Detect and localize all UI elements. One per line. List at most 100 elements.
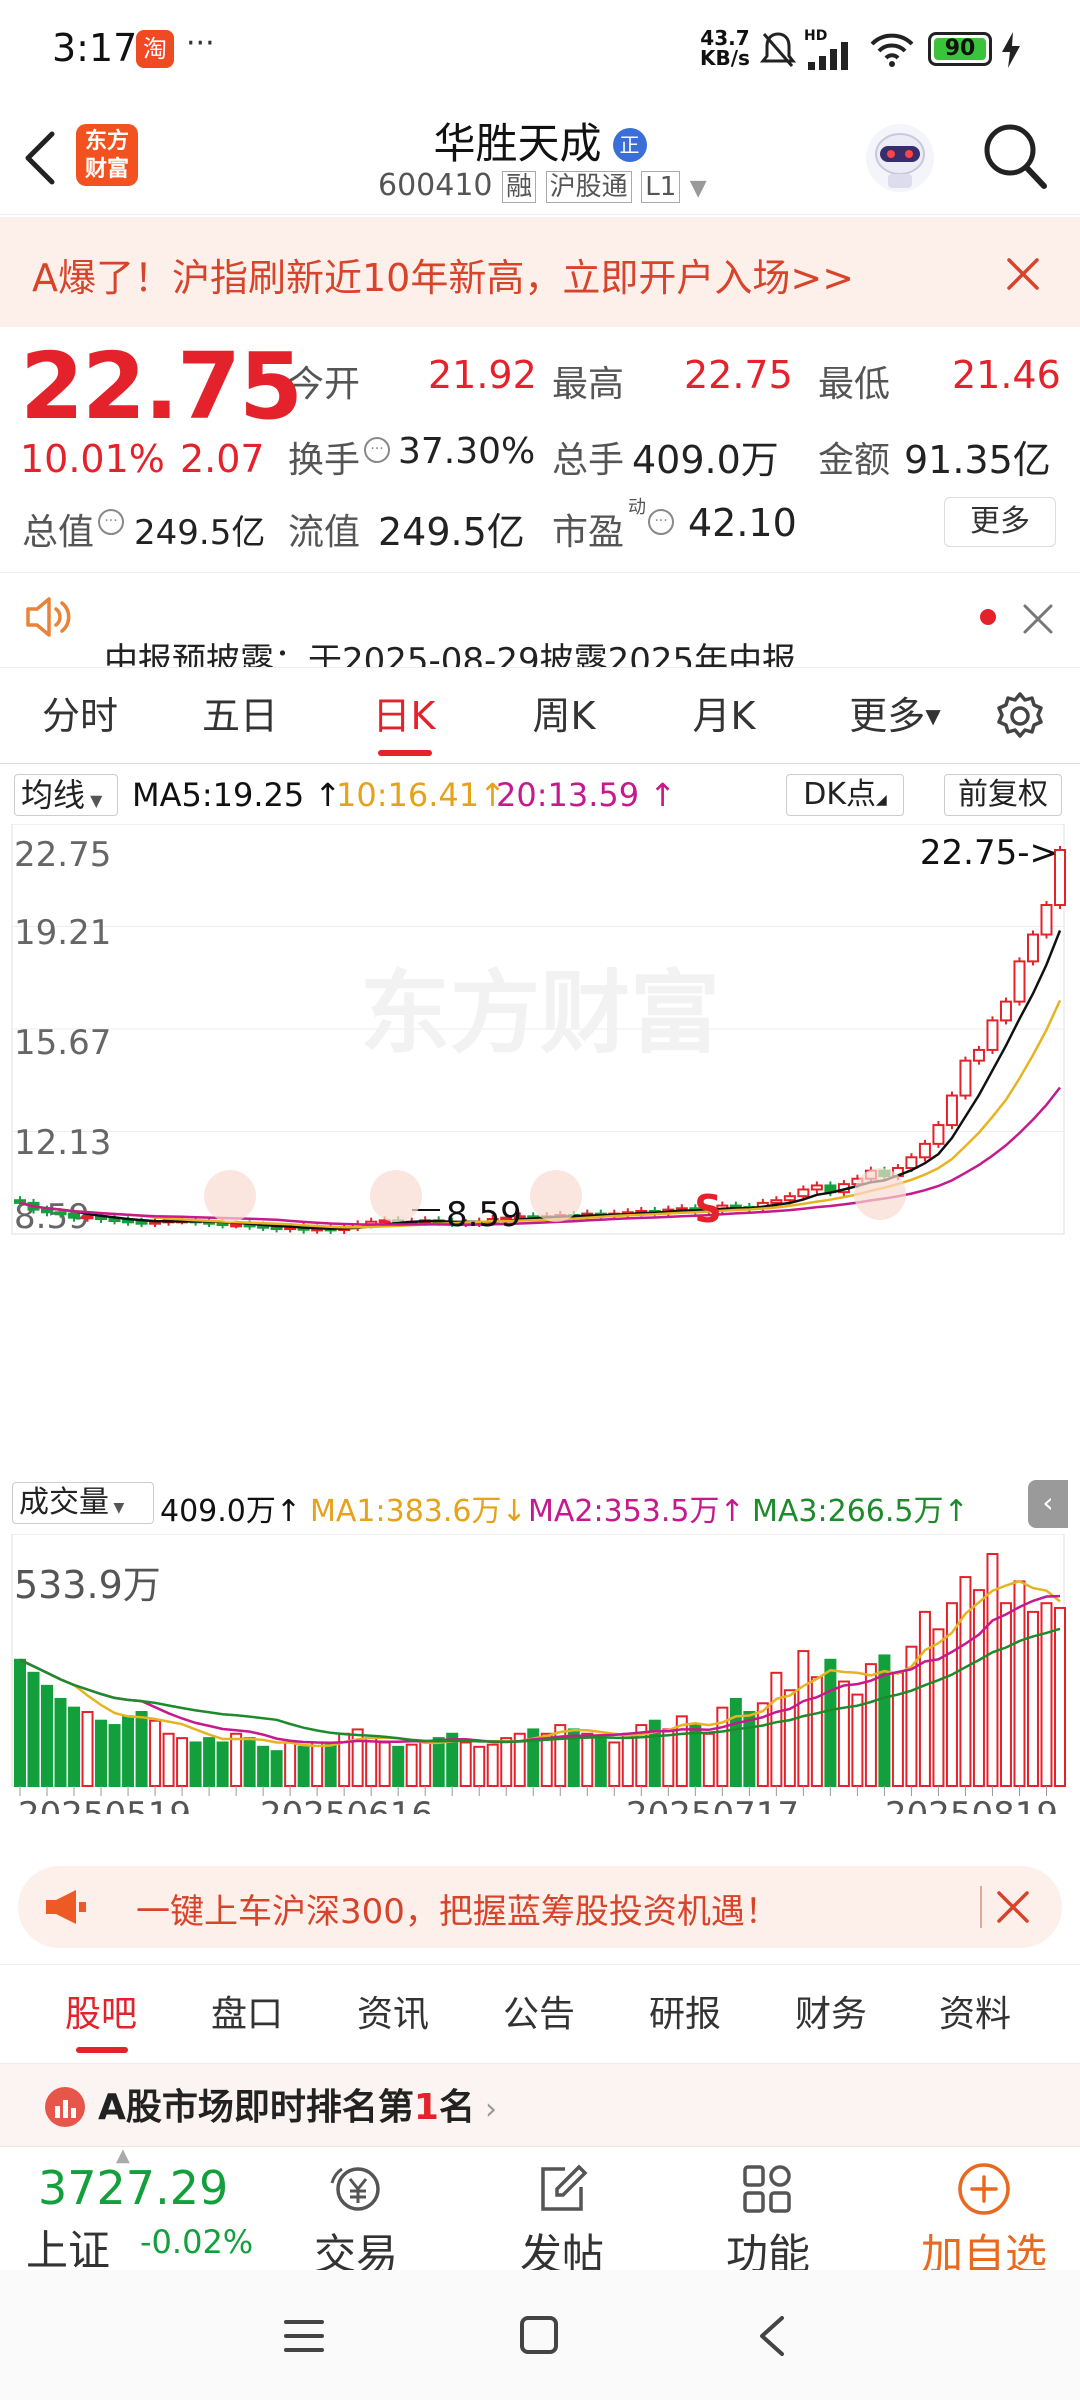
add-watchlist-button[interactable]: 加自选	[904, 2147, 1064, 2282]
back-arrow-icon[interactable]	[22, 130, 58, 186]
dk-button-label: DK点	[803, 777, 876, 812]
tab-order-book[interactable]: 盘口	[192, 1965, 302, 2065]
chart-period-tabs: 分时 五日 日K 周K 月K 更多▼	[0, 668, 1080, 764]
home-square-icon[interactable]	[518, 2314, 560, 2356]
charging-icon	[1002, 32, 1020, 68]
volume-value: 409.0万	[160, 1494, 276, 1529]
volume-bar	[54, 1697, 67, 1787]
battery-icon: 90	[928, 32, 992, 66]
tab-intraday[interactable]: 分时	[28, 668, 132, 764]
bottom-action-bar: ▲ 3727.29 上证 -0.02% 交易 发帖 功能 加自选	[0, 2145, 1080, 2279]
tab-weekly-k[interactable]: 周K	[512, 668, 616, 764]
volume-bar	[189, 1741, 202, 1787]
stock-name: 华胜天成	[433, 119, 602, 168]
volume-bar	[297, 1745, 310, 1787]
vol-ma1-value: MA1:383.6万	[310, 1494, 502, 1529]
post-button[interactable]: 发帖	[492, 2147, 632, 2282]
volume-bar	[621, 1732, 634, 1787]
ma20-value: 20:13.59	[496, 776, 640, 814]
close-icon[interactable]	[1022, 603, 1054, 635]
ma-selector-label: 均线	[21, 776, 86, 814]
volume-bar	[230, 1732, 243, 1787]
watermark: 东方财富	[360, 961, 720, 1066]
promo-banner[interactable]: A爆了！沪指刷新近10年新高，立即开户入场>>	[0, 217, 1080, 327]
info-icon[interactable]: ···	[364, 437, 390, 463]
tab-more[interactable]: 更多▼	[840, 668, 950, 764]
volume-bar	[162, 1732, 175, 1787]
stock-header: 东方 财富 华胜天成 正 600410 融 沪股通 L1 ▼	[0, 100, 1080, 215]
tab-more-label: 更多	[849, 694, 926, 738]
tab-announcements[interactable]: 公告	[484, 1965, 594, 2065]
candle	[945, 1094, 958, 1127]
turnover-value: 37.30%	[398, 431, 536, 472]
vol-ma2-value: MA2:353.5万	[528, 1494, 720, 1529]
sell-signal-marker: S	[694, 1187, 721, 1231]
eastmoney-logo[interactable]: 东方 财富	[76, 124, 138, 186]
vol-ma2-readout: MA2:353.5万↑	[528, 1494, 745, 1529]
gear-icon[interactable]	[994, 690, 1046, 742]
rank-banner[interactable]: A股市场即时排名第1名 ›	[0, 2064, 1080, 2146]
volume-bar	[824, 1658, 837, 1787]
close-icon[interactable]	[996, 1890, 1030, 1924]
dropdown-caret-icon[interactable]: ▼	[690, 176, 707, 201]
volume-bar	[14, 1658, 26, 1787]
tab-research[interactable]: 研报	[630, 1965, 740, 2065]
x-tick-label: 20250616	[260, 1795, 433, 1814]
promo-strip[interactable]: 一键上车沪深300，把握蓝筹股投资机遇！	[18, 1866, 1062, 1948]
tab-news[interactable]: 资讯	[338, 1965, 448, 2065]
volume-chart[interactable]: 20250519 20250616 20250717 20250819	[0, 1534, 1080, 1814]
volume-bar	[918, 1610, 931, 1787]
volume-max-label: 533.9万	[14, 1563, 161, 1607]
ma5-value: MA5:19.25	[132, 776, 305, 814]
last-price-label: 22.75->	[920, 833, 1058, 873]
volume-selector[interactable]: 成交量 ▼	[12, 1482, 154, 1524]
candle	[810, 1184, 823, 1191]
volume-bar	[392, 1745, 405, 1787]
kline-chart[interactable]: 东方财富22.7519.2115.6712.138.5922.75->8.59 S	[0, 824, 1080, 1244]
tab-financials[interactable]: 财务	[776, 1965, 886, 2065]
search-icon[interactable]	[982, 122, 1048, 192]
ma-selector[interactable]: 均线 ▼	[14, 774, 118, 816]
index-value: 3727.29	[38, 2161, 229, 2215]
tab-five-day[interactable]: 五日	[188, 668, 292, 764]
caret-down-icon: ▼	[109, 1500, 125, 1516]
volume-bar	[662, 1728, 675, 1787]
info-icon[interactable]: ···	[648, 509, 674, 535]
volume-bar	[432, 1737, 445, 1787]
ma10-value: 10:16.41	[336, 776, 480, 814]
mute-bell-icon	[760, 32, 796, 67]
robot-assistant-icon[interactable]	[862, 120, 938, 196]
volume-bar	[608, 1741, 621, 1787]
candle	[1013, 960, 1026, 1003]
adjust-button[interactable]: 前复权	[944, 774, 1062, 816]
content-tabs: 股吧 盘口 资讯 公告 研报 财务 资料	[0, 1964, 1080, 2064]
collapse-panel-icon[interactable]: ‹	[1028, 1480, 1068, 1528]
banner-text: A爆了！沪指刷新近10年新高，立即开户入场>>	[32, 256, 855, 300]
more-notifications-icon: ···	[186, 26, 215, 61]
volume-bar	[95, 1719, 108, 1788]
volume-bar	[972, 1589, 985, 1787]
tab-profile[interactable]: 资料	[920, 1965, 1030, 2065]
vol-ma3-readout: MA3:266.5万↑	[752, 1494, 969, 1529]
menu-icon[interactable]	[282, 2316, 326, 2356]
kline-chart-area[interactable]: 均线 ▼ MA5:19.25 ↑ 10:16.41↑ 20:13.59 ↑ DK…	[0, 764, 1080, 1860]
dk-points-button[interactable]: DK点◢	[786, 774, 904, 816]
market-cap-value: 249.5亿	[134, 513, 266, 553]
tab-monthly-k[interactable]: 月K	[672, 668, 776, 764]
clock: 3:17	[52, 26, 138, 70]
trade-button[interactable]: 交易	[286, 2147, 426, 2282]
index-ticker[interactable]: ▲ 3727.29 上证 -0.02%	[0, 2145, 290, 2275]
more-button[interactable]: 更多	[944, 497, 1056, 547]
close-icon[interactable]	[1006, 257, 1040, 291]
volume-bar	[1054, 1606, 1066, 1787]
announcement-bar[interactable]: 中报预披露：于2025-08-29披露2025年中报	[0, 572, 1080, 668]
rank-text-suffix: 名	[438, 2087, 475, 2128]
back-triangle-icon[interactable]	[756, 2314, 788, 2358]
amount-label: 金额	[818, 440, 891, 481]
functions-button[interactable]: 功能	[698, 2147, 838, 2282]
open-label: 今开	[288, 364, 361, 405]
index-change: -0.02%	[140, 2223, 254, 2261]
info-icon[interactable]: ···	[98, 509, 124, 535]
low-value: 21.46	[952, 353, 1061, 397]
volume-value: 409.0万	[632, 438, 779, 482]
